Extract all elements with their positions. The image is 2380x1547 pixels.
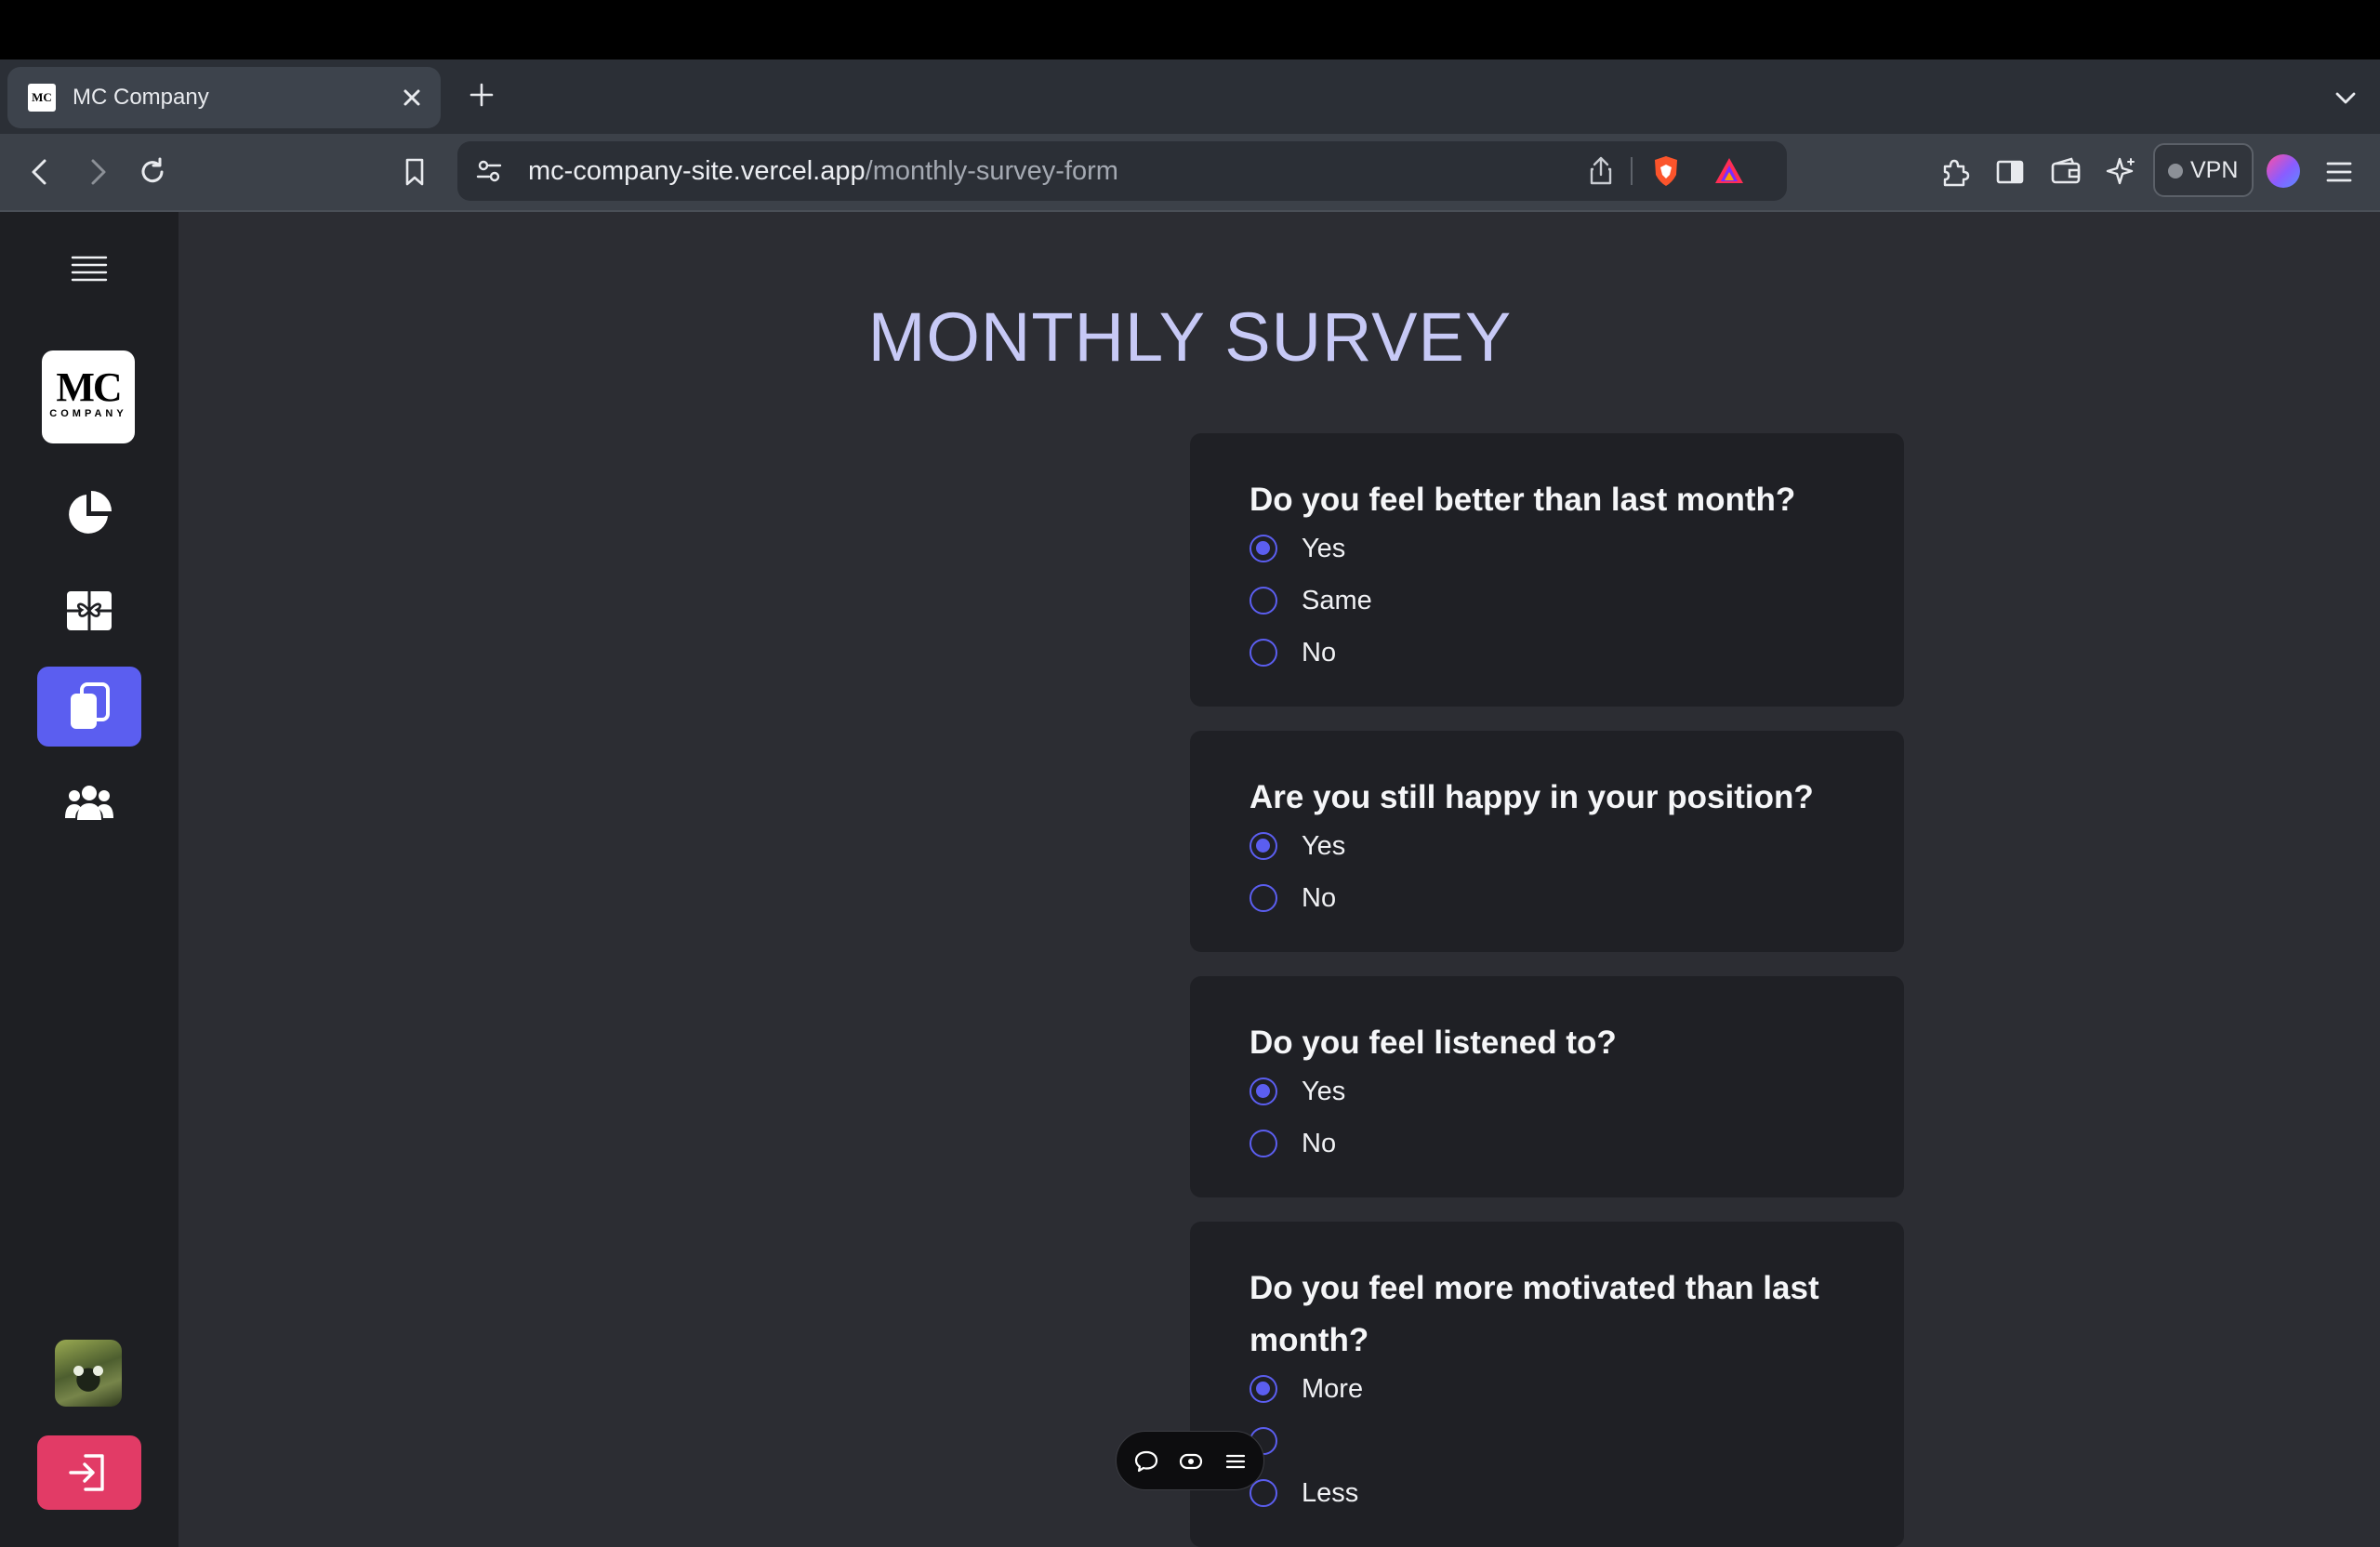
- eye-icon[interactable]: [1178, 1448, 1204, 1474]
- floating-toolbar: [1116, 1431, 1264, 1490]
- new-tab-icon[interactable]: [465, 78, 498, 112]
- logout-icon: [69, 1454, 104, 1491]
- browser-tab-strip: MC MC Company: [0, 60, 2380, 134]
- avatar-eye: [73, 1366, 84, 1376]
- app-sidebar: MC COMPANY: [0, 212, 178, 1547]
- radio-button[interactable]: [1250, 1130, 1277, 1157]
- wallet-icon[interactable]: [2047, 153, 2084, 191]
- option-label: No: [1302, 1129, 1337, 1158]
- radio-button[interactable]: [1250, 1375, 1277, 1403]
- sidebar-item-rewards[interactable]: [37, 570, 141, 650]
- radio-button[interactable]: [1250, 535, 1277, 562]
- tab-title: MC Company: [73, 85, 209, 110]
- option-label: More: [1302, 1374, 1364, 1404]
- radio-button[interactable]: [1250, 639, 1277, 667]
- question-text: Do you feel better than last month?: [1250, 482, 1796, 518]
- logo-subtitle: COMPANY: [49, 408, 127, 419]
- reload-icon[interactable]: [134, 153, 171, 191]
- browser-toolbar: mc-company-site.vercel.app/monthly-surve…: [0, 134, 2380, 212]
- rewards-icon[interactable]: [1711, 152, 1748, 190]
- avatar[interactable]: [55, 1340, 122, 1407]
- back-icon[interactable]: [22, 153, 60, 191]
- users-icon: [65, 786, 113, 820]
- sidebar-item-team[interactable]: [37, 763, 141, 843]
- share-icon[interactable]: [1582, 152, 1620, 190]
- option-label: Yes: [1302, 831, 1346, 861]
- site-settings-icon[interactable]: [470, 152, 508, 190]
- leo-ai-icon[interactable]: [2103, 153, 2140, 191]
- chevron-down-icon[interactable]: [2332, 84, 2360, 112]
- gift-icon: [67, 591, 112, 630]
- url-text[interactable]: mc-company-site.vercel.app/monthly-surve…: [528, 141, 1118, 201]
- bookmark-icon[interactable]: [396, 153, 433, 191]
- brave-shields-icon[interactable]: [1647, 152, 1685, 190]
- main-content: MONTHLY SURVEY Do you feel better than l…: [178, 212, 2380, 1547]
- pie-chart-icon: [69, 491, 112, 534]
- vpn-status-icon: [2168, 164, 2183, 178]
- browser-tab[interactable]: MC MC Company: [7, 67, 441, 128]
- sidebar-toggle-icon[interactable]: [1991, 153, 2029, 191]
- option-label: Yes: [1302, 1077, 1346, 1106]
- menu-icon[interactable]: [69, 249, 110, 290]
- survey-question-card: Are you still happy in your position? Ye…: [1190, 731, 1904, 952]
- browser-menu-icon[interactable]: [2320, 153, 2358, 191]
- option-label: No: [1302, 883, 1337, 913]
- survey-question-card: Do you feel better than last month? Yes …: [1190, 433, 1904, 707]
- survey-question-card: Do you feel listened to? Yes No: [1190, 976, 1904, 1197]
- option-label: Same: [1302, 586, 1372, 615]
- option-label: Less: [1302, 1478, 1359, 1508]
- radio-button[interactable]: [1250, 832, 1277, 860]
- radio-button[interactable]: [1250, 587, 1277, 615]
- option-label: Yes: [1302, 534, 1346, 563]
- vpn-label: VPN: [2190, 157, 2239, 183]
- page-title: MONTHLY SURVEY: [867, 298, 1513, 376]
- option-label: No: [1302, 638, 1337, 668]
- forward-icon[interactable]: [78, 153, 115, 191]
- clipboard-icon: [71, 682, 110, 729]
- sidebar-item-surveys[interactable]: [37, 667, 141, 747]
- logout-button[interactable]: [37, 1435, 141, 1510]
- extensions-icon[interactable]: [1936, 153, 1973, 191]
- url-path: /monthly-survey-form: [865, 156, 1118, 186]
- list-icon[interactable]: [1223, 1448, 1249, 1474]
- question-text: Do you feel more motivated than last mon…: [1250, 1270, 1819, 1358]
- close-icon[interactable]: [398, 84, 426, 112]
- sidebar-item-dashboard[interactable]: [37, 473, 141, 553]
- vpn-button[interactable]: VPN: [2153, 143, 2254, 197]
- survey-question-card: Do you feel more motivated than last mon…: [1190, 1222, 1904, 1547]
- question-text: Are you still happy in your position?: [1250, 779, 1814, 815]
- avatar-eye: [93, 1366, 103, 1376]
- tab-favicon: MC: [28, 84, 56, 112]
- question-text: Do you feel listened to?: [1250, 1025, 1617, 1061]
- comment-icon[interactable]: [1133, 1448, 1159, 1474]
- divider: [1631, 157, 1633, 185]
- radio-button[interactable]: [1250, 1078, 1277, 1105]
- profile-icon[interactable]: [2267, 154, 2300, 188]
- os-top-bar: [0, 0, 2380, 60]
- radio-button[interactable]: [1250, 884, 1277, 912]
- address-bar[interactable]: mc-company-site.vercel.app/monthly-surve…: [457, 141, 1787, 201]
- url-host: mc-company-site.vercel.app: [528, 156, 866, 186]
